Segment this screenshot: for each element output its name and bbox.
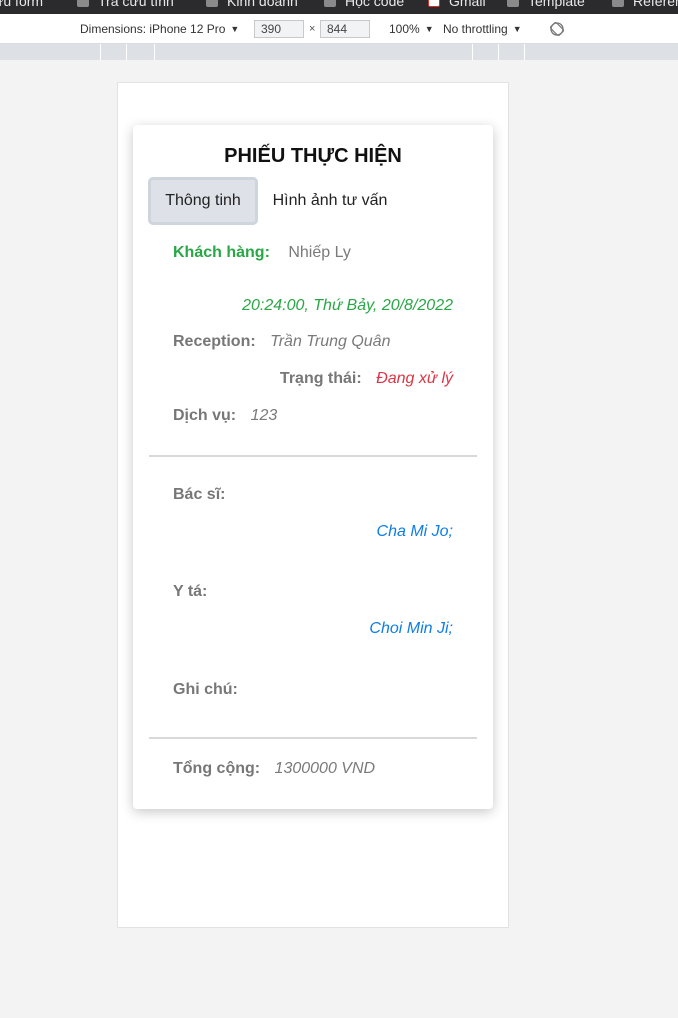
datetime: 20:24:00, Thứ Bảy, 20/8/2022 [242, 297, 453, 314]
bookmark-item[interactable]: ưu form [0, 0, 43, 9]
doctor-label: Bác sĩ: [173, 486, 226, 503]
note-label: Ghi chú: [173, 681, 238, 698]
divider [149, 737, 477, 739]
device-viewport: PHIẾU THỰC HIỆN Thông tinh Hình ảnh tư v… [117, 82, 509, 928]
total-value: 1300000 VND [274, 760, 376, 777]
device-toolbar: Dimensions: iPhone 12 Pro ▼ 390 × 844 10… [0, 14, 678, 44]
nurse-label-row: Y tá: [173, 583, 207, 601]
total-label: Tổng cộng: [173, 760, 261, 777]
gmail-icon [428, 0, 440, 7]
doctor-label-row: Bác sĩ: [173, 486, 225, 504]
service-value: 123 [250, 407, 278, 424]
bookmark-label: Referen [633, 0, 678, 9]
customer-name: Nhiếp Ly [288, 244, 351, 261]
note-row: Ghi chú: [173, 681, 248, 699]
caret-down-icon: ▼ [512, 24, 522, 34]
bookmark-label: Kinh doanh [227, 0, 298, 9]
service-label: Dịch vụ: [173, 407, 237, 424]
throttling-dropdown[interactable]: No throttling ▼ [443, 22, 522, 36]
reception-row: Reception: Trần Trung Quân [173, 333, 390, 351]
page-title: PHIẾU THỰC HIỆN [224, 145, 402, 167]
service-ticket-card: PHIẾU THỰC HIỆN Thông tinh Hình ảnh tư v… [133, 125, 493, 809]
total-row: Tổng cộng: 1300000 VND [173, 760, 375, 778]
bookmarks-bar: ưu form Tra cứu tính Kinh doanh Học code… [0, 0, 678, 14]
bookmark-label: ưu form [0, 0, 44, 9]
device-dimensions-label: Dimensions: iPhone 12 Pro [80, 22, 226, 36]
bookmark-item[interactable]: Kinh doanh [206, 0, 298, 9]
device-dimensions-dropdown[interactable]: Dimensions: iPhone 12 Pro ▼ [80, 22, 239, 36]
bookmark-label: Template [528, 0, 585, 9]
reception-label: Reception: [173, 333, 256, 350]
bookmark-label: Tra cứu tính [98, 0, 174, 9]
times-sign: × [309, 23, 316, 35]
doctor-name: Cha Mi Jo; [376, 523, 453, 540]
folder-icon [324, 0, 336, 7]
bookmark-item[interactable]: Template [507, 0, 585, 9]
height-input[interactable]: 844 [320, 20, 370, 38]
tab-info[interactable]: Thông tinh [148, 177, 258, 225]
service-row: Dịch vụ: 123 [173, 407, 277, 425]
bookmark-label: Gmail [449, 0, 486, 9]
folder-icon [77, 0, 89, 7]
status-label: Trạng thái: [279, 370, 362, 387]
folder-icon [612, 0, 624, 7]
divider [149, 455, 477, 457]
rotate-icon[interactable] [548, 20, 566, 38]
caret-down-icon: ▼ [424, 24, 434, 34]
bookmark-item[interactable]: Gmail [428, 0, 486, 9]
bookmark-item[interactable]: Referen [612, 0, 678, 9]
status-badge: Đang xử lý [376, 370, 453, 387]
media-query-ruler [0, 44, 678, 60]
nurse-label: Y tá: [173, 583, 208, 600]
width-input[interactable]: 390 [254, 20, 304, 38]
folder-icon [206, 0, 218, 7]
zoom-dropdown[interactable]: 100% ▼ [389, 22, 434, 36]
customer-label: Khách hàng: [173, 244, 270, 261]
bookmark-item[interactable]: Học code [324, 0, 404, 9]
caret-down-icon: ▼ [230, 24, 240, 34]
reception-value: Trần Trung Quân [270, 333, 391, 350]
bookmark-item[interactable]: Tra cứu tính [77, 0, 174, 9]
throttling-label: No throttling [443, 22, 508, 36]
zoom-label: 100% [389, 22, 420, 36]
customer-row: Khách hàng: Nhiếp Ly [173, 244, 351, 262]
folder-icon [507, 0, 519, 7]
tab-consult-images[interactable]: Hình ảnh tư vấn [260, 177, 400, 225]
status-row: Trạng thái: Đang xử lý [280, 370, 453, 388]
nurse-name: Choi Min Ji; [369, 620, 453, 637]
bookmark-label: Học code [345, 0, 405, 9]
